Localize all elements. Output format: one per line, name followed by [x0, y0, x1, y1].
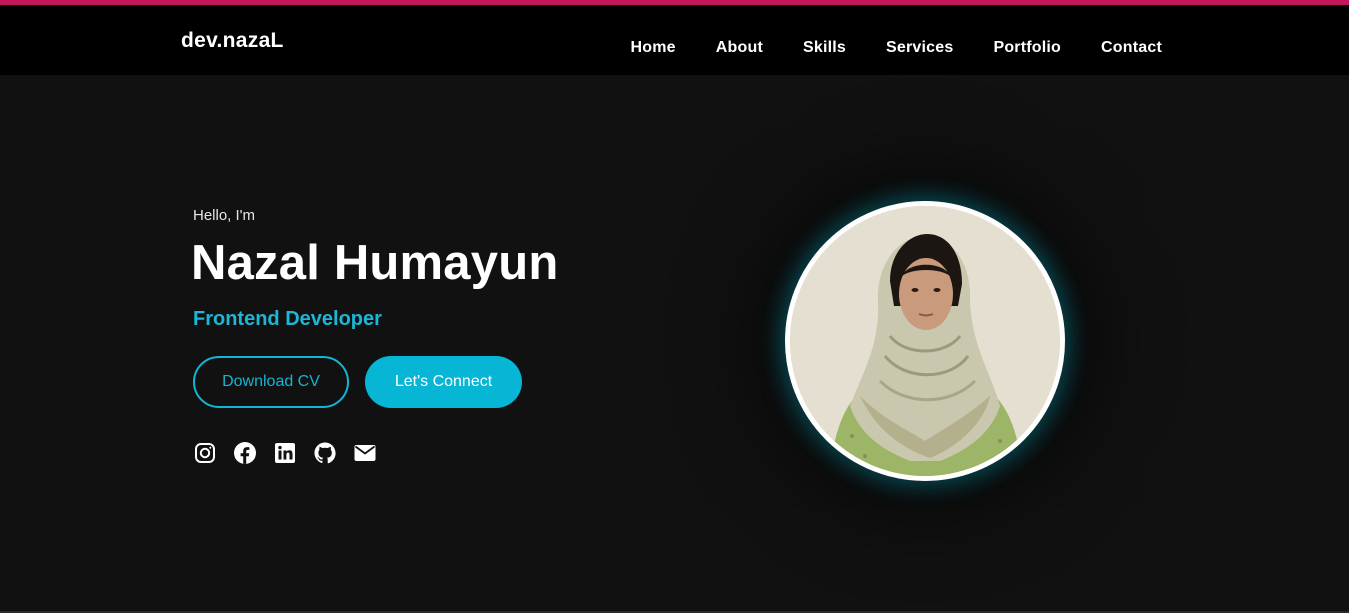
instagram-icon[interactable]: [193, 441, 217, 465]
download-cv-button[interactable]: Download CV: [193, 356, 349, 408]
nav-menu: Home About Skills Services Portfolio Con…: [631, 39, 1162, 57]
nav-link-home[interactable]: Home: [631, 39, 676, 57]
lets-connect-button[interactable]: Let's Connect: [365, 356, 522, 408]
facebook-icon[interactable]: [233, 441, 257, 465]
nav-link-services[interactable]: Services: [886, 39, 953, 57]
hero-greeting: Hello, I'm: [193, 207, 256, 224]
nav-link-portfolio[interactable]: Portfolio: [993, 39, 1061, 57]
profile-photo: [785, 201, 1065, 481]
nav-link-contact[interactable]: Contact: [1101, 39, 1162, 57]
github-icon[interactable]: [313, 441, 337, 465]
hero-section: Hello, I'm Nazal Humayun Frontend Develo…: [0, 75, 1349, 611]
nav-link-about[interactable]: About: [716, 39, 763, 57]
linkedin-icon[interactable]: [273, 441, 297, 465]
hero-role: Frontend Developer: [193, 308, 382, 330]
envelope-icon[interactable]: [353, 441, 377, 465]
social-links: [193, 441, 377, 465]
nav-link-skills[interactable]: Skills: [803, 39, 846, 57]
site-logo[interactable]: dev.nazaL: [181, 29, 284, 53]
hero-name: Nazal Humayun: [191, 236, 559, 290]
navbar: dev.nazaL Home About Skills Services Por…: [0, 5, 1349, 75]
